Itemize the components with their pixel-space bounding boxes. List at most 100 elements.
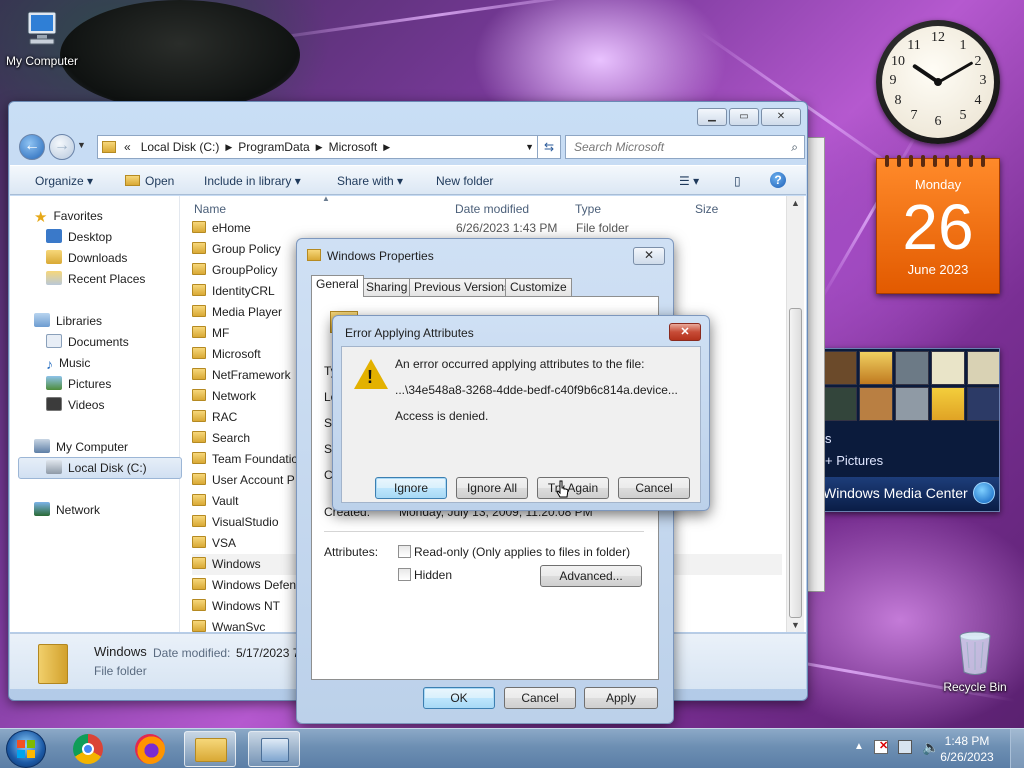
chrome-taskbar-button[interactable]	[62, 731, 114, 767]
clock-tray[interactable]: 1:48 PM 6/26/2023	[932, 733, 1002, 765]
recycle-bin-icon	[959, 631, 991, 675]
new-folder-button[interactable]: New folder	[436, 174, 493, 188]
file-type: File folder	[576, 221, 629, 235]
explorer-taskbar-button[interactable]	[184, 731, 236, 767]
help-button[interactable]: ?	[770, 172, 786, 188]
forward-button[interactable]: →	[49, 134, 75, 160]
error-dialog[interactable]: Error Applying Attributes ✕ ! An error o…	[332, 315, 710, 511]
clock-number: 7	[910, 108, 918, 123]
refresh-button[interactable]: ⇆	[537, 135, 561, 159]
error-cancel-button[interactable]: Cancel	[618, 477, 690, 499]
recycle-bin-desktop-icon[interactable]: Recycle Bin	[933, 628, 1017, 694]
include-in-library-menu[interactable]: Include in library ▾	[204, 174, 301, 188]
column-size[interactable]: Size	[695, 202, 718, 216]
properties-close-button[interactable]: ✕	[633, 247, 665, 265]
tab-previous-versions[interactable]: Previous Versions	[409, 278, 516, 297]
folder-icon	[192, 368, 206, 380]
organize-menu[interactable]: Organize ▾	[35, 174, 93, 188]
nav-documents[interactable]: Documents	[46, 332, 129, 352]
file-name: Microsoft	[212, 347, 261, 361]
scroll-up-icon[interactable]: ▲	[791, 198, 800, 208]
scrollbar-thumb[interactable]	[789, 308, 802, 618]
nav-videos[interactable]: Videos	[46, 395, 104, 415]
command-bar: Organize ▾ Open Include in library ▾ Sha…	[10, 165, 806, 195]
minimize-button[interactable]: ▁	[697, 108, 727, 126]
file-row[interactable]: eHome 6/26/2023 1:43 PM File folder	[192, 218, 782, 239]
nav-local-disk[interactable]: Local Disk (C:)	[46, 458, 147, 478]
breadcrumb-separator-icon[interactable]: ▶	[225, 142, 232, 153]
action-center-icon[interactable]: ✕	[874, 740, 888, 754]
share-with-menu[interactable]: Share with ▾	[337, 174, 403, 188]
address-bar[interactable]: « Local Disk (C:) ▶ ProgramData ▶ Micros…	[97, 135, 539, 159]
folder-icon	[192, 326, 206, 338]
file-name: MF	[212, 326, 230, 340]
readonly-checkbox[interactable]: Read-only (Only applies to files in fold…	[398, 545, 630, 559]
nav-downloads[interactable]: Downloads	[46, 248, 127, 268]
column-date-modified[interactable]: Date modified	[455, 202, 529, 216]
breadcrumb-local-disk[interactable]: Local Disk (C:)	[141, 140, 220, 154]
recent-pages-dropdown[interactable]: ▼	[77, 140, 89, 152]
breadcrumb-separator-icon[interactable]: ▶	[316, 142, 323, 153]
search-icon[interactable]: ⌕	[791, 136, 798, 158]
media-center-pictures[interactable]: + Pictures	[825, 453, 883, 468]
nav-music[interactable]: ♪ Music	[46, 353, 90, 373]
drive-icon	[46, 460, 62, 474]
breadcrumb-overflow[interactable]: «	[124, 140, 131, 154]
scroll-down-icon[interactable]: ▼	[791, 620, 800, 630]
nav-my-computer[interactable]: My Computer	[34, 437, 128, 457]
tab-sharing[interactable]: Sharing	[361, 278, 413, 297]
computer-icon	[27, 11, 57, 45]
address-dropdown-icon[interactable]: ▼	[525, 142, 534, 152]
file-name: Search	[212, 431, 251, 445]
breadcrumb-programdata[interactable]: ProgramData	[238, 140, 309, 154]
try-again-button[interactable]: Try Again	[537, 477, 609, 499]
column-type[interactable]: Type	[575, 202, 601, 216]
folder-icon	[192, 389, 206, 401]
checkbox-icon	[398, 545, 411, 558]
nav-libraries[interactable]: Libraries	[34, 311, 102, 331]
clock-number: 8	[894, 93, 902, 108]
show-desktop-button[interactable]	[1010, 729, 1024, 768]
ignore-button[interactable]: Ignore	[375, 477, 447, 499]
hidden-checkbox[interactable]: Hidden	[398, 568, 452, 582]
apply-button[interactable]: Apply	[584, 687, 658, 709]
nav-pictures[interactable]: Pictures	[46, 374, 111, 394]
search-input[interactable]: Search Microsoft ⌕	[565, 135, 805, 159]
sort-arrow-icon: ▲	[322, 194, 330, 203]
preview-pane-button[interactable]: ▯	[734, 174, 741, 188]
nav-favorites[interactable]: ★ Favorites	[34, 206, 103, 226]
advanced-button[interactable]: Advanced...	[540, 565, 642, 587]
my-computer-desktop-icon[interactable]: My Computer	[0, 8, 84, 68]
start-button[interactable]	[6, 730, 46, 768]
clock-gadget[interactable]: 12 1 2 3 4 5 6 7 8 9 10 11	[876, 20, 1000, 144]
separator	[324, 531, 644, 532]
tab-customize[interactable]: Customize	[505, 278, 572, 297]
open-button[interactable]: Open	[125, 174, 174, 188]
breadcrumb-separator-icon[interactable]: ▶	[383, 142, 390, 153]
show-hidden-icons-icon[interactable]: ▲	[854, 741, 864, 752]
firefox-taskbar-button[interactable]	[124, 731, 176, 767]
nav-desktop[interactable]: Desktop	[46, 227, 112, 247]
breadcrumb-microsoft[interactable]: Microsoft	[329, 140, 378, 154]
folder-icon	[192, 221, 206, 233]
back-button[interactable]: ←	[19, 134, 45, 160]
close-button[interactable]: ✕	[761, 108, 801, 126]
ignore-all-button[interactable]: Ignore All	[456, 477, 528, 499]
maximize-button[interactable]: ▭	[729, 108, 759, 126]
computer-icon	[34, 439, 50, 453]
calendar-gadget[interactable]: Monday 26 June 2023	[876, 155, 1000, 294]
refresh-icon: ⇆	[543, 140, 555, 154]
nav-network[interactable]: Network	[34, 500, 100, 520]
media-center-gadget[interactable]: s + Pictures Windows Media Center	[822, 348, 1000, 512]
folder-icon	[192, 263, 206, 275]
control-panel-taskbar-button[interactable]	[248, 731, 300, 767]
ok-button[interactable]: OK	[423, 687, 495, 709]
network-tray-icon[interactable]	[898, 740, 912, 754]
cancel-button[interactable]: Cancel	[504, 687, 576, 709]
nav-recent-places[interactable]: Recent Places	[46, 269, 145, 289]
error-close-button[interactable]: ✕	[669, 323, 701, 341]
vertical-scrollbar[interactable]: ▲ ▼	[786, 196, 804, 632]
tab-general[interactable]: General	[311, 275, 364, 297]
column-name[interactable]: Name	[194, 202, 226, 216]
change-view-button[interactable]: ☰ ▾	[679, 174, 699, 188]
